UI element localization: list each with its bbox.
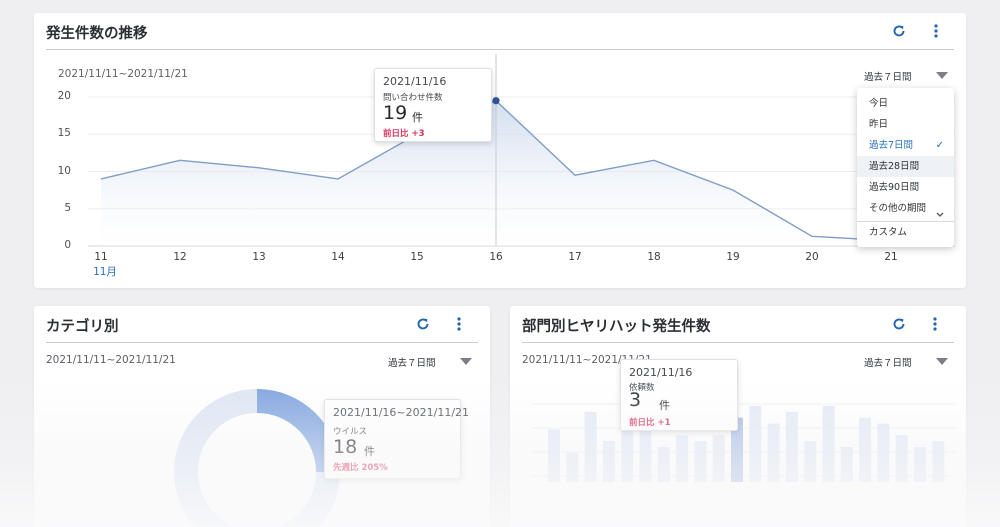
department-bar[interactable] (767, 423, 780, 482)
department-bar[interactable] (694, 441, 707, 482)
department-bar-chart (532, 403, 955, 482)
department-bar[interactable] (676, 435, 689, 482)
department-bar[interactable] (840, 446, 853, 482)
department-bar[interactable] (932, 441, 945, 482)
department-tooltip-diff: 前日比 +1 (629, 418, 671, 428)
department-tooltip-date: 2021/11/16 (629, 366, 693, 379)
department-bar[interactable] (785, 411, 798, 482)
department-bar[interactable] (859, 417, 872, 482)
department-tooltip: 2021/11/16 依頼数 3 件 前日比 +1 (620, 359, 738, 431)
department-bar[interactable] (657, 446, 670, 482)
department-bar[interactable] (548, 429, 560, 482)
department-bar[interactable] (895, 435, 908, 482)
department-bar[interactable] (584, 411, 597, 482)
department-bar[interactable] (602, 441, 615, 482)
department-bar[interactable] (822, 406, 835, 482)
department-tooltip-unit: 件 (659, 399, 670, 412)
department-bar[interactable] (712, 435, 725, 482)
department-bar[interactable] (804, 441, 817, 482)
department-bar[interactable] (621, 423, 634, 482)
department-tooltip-value: 3 (629, 389, 642, 411)
department-bar[interactable] (639, 429, 652, 482)
department-bar[interactable] (914, 446, 926, 482)
department-bar[interactable] (566, 452, 579, 482)
department-bar[interactable] (877, 423, 890, 482)
department-bar[interactable] (749, 406, 762, 482)
